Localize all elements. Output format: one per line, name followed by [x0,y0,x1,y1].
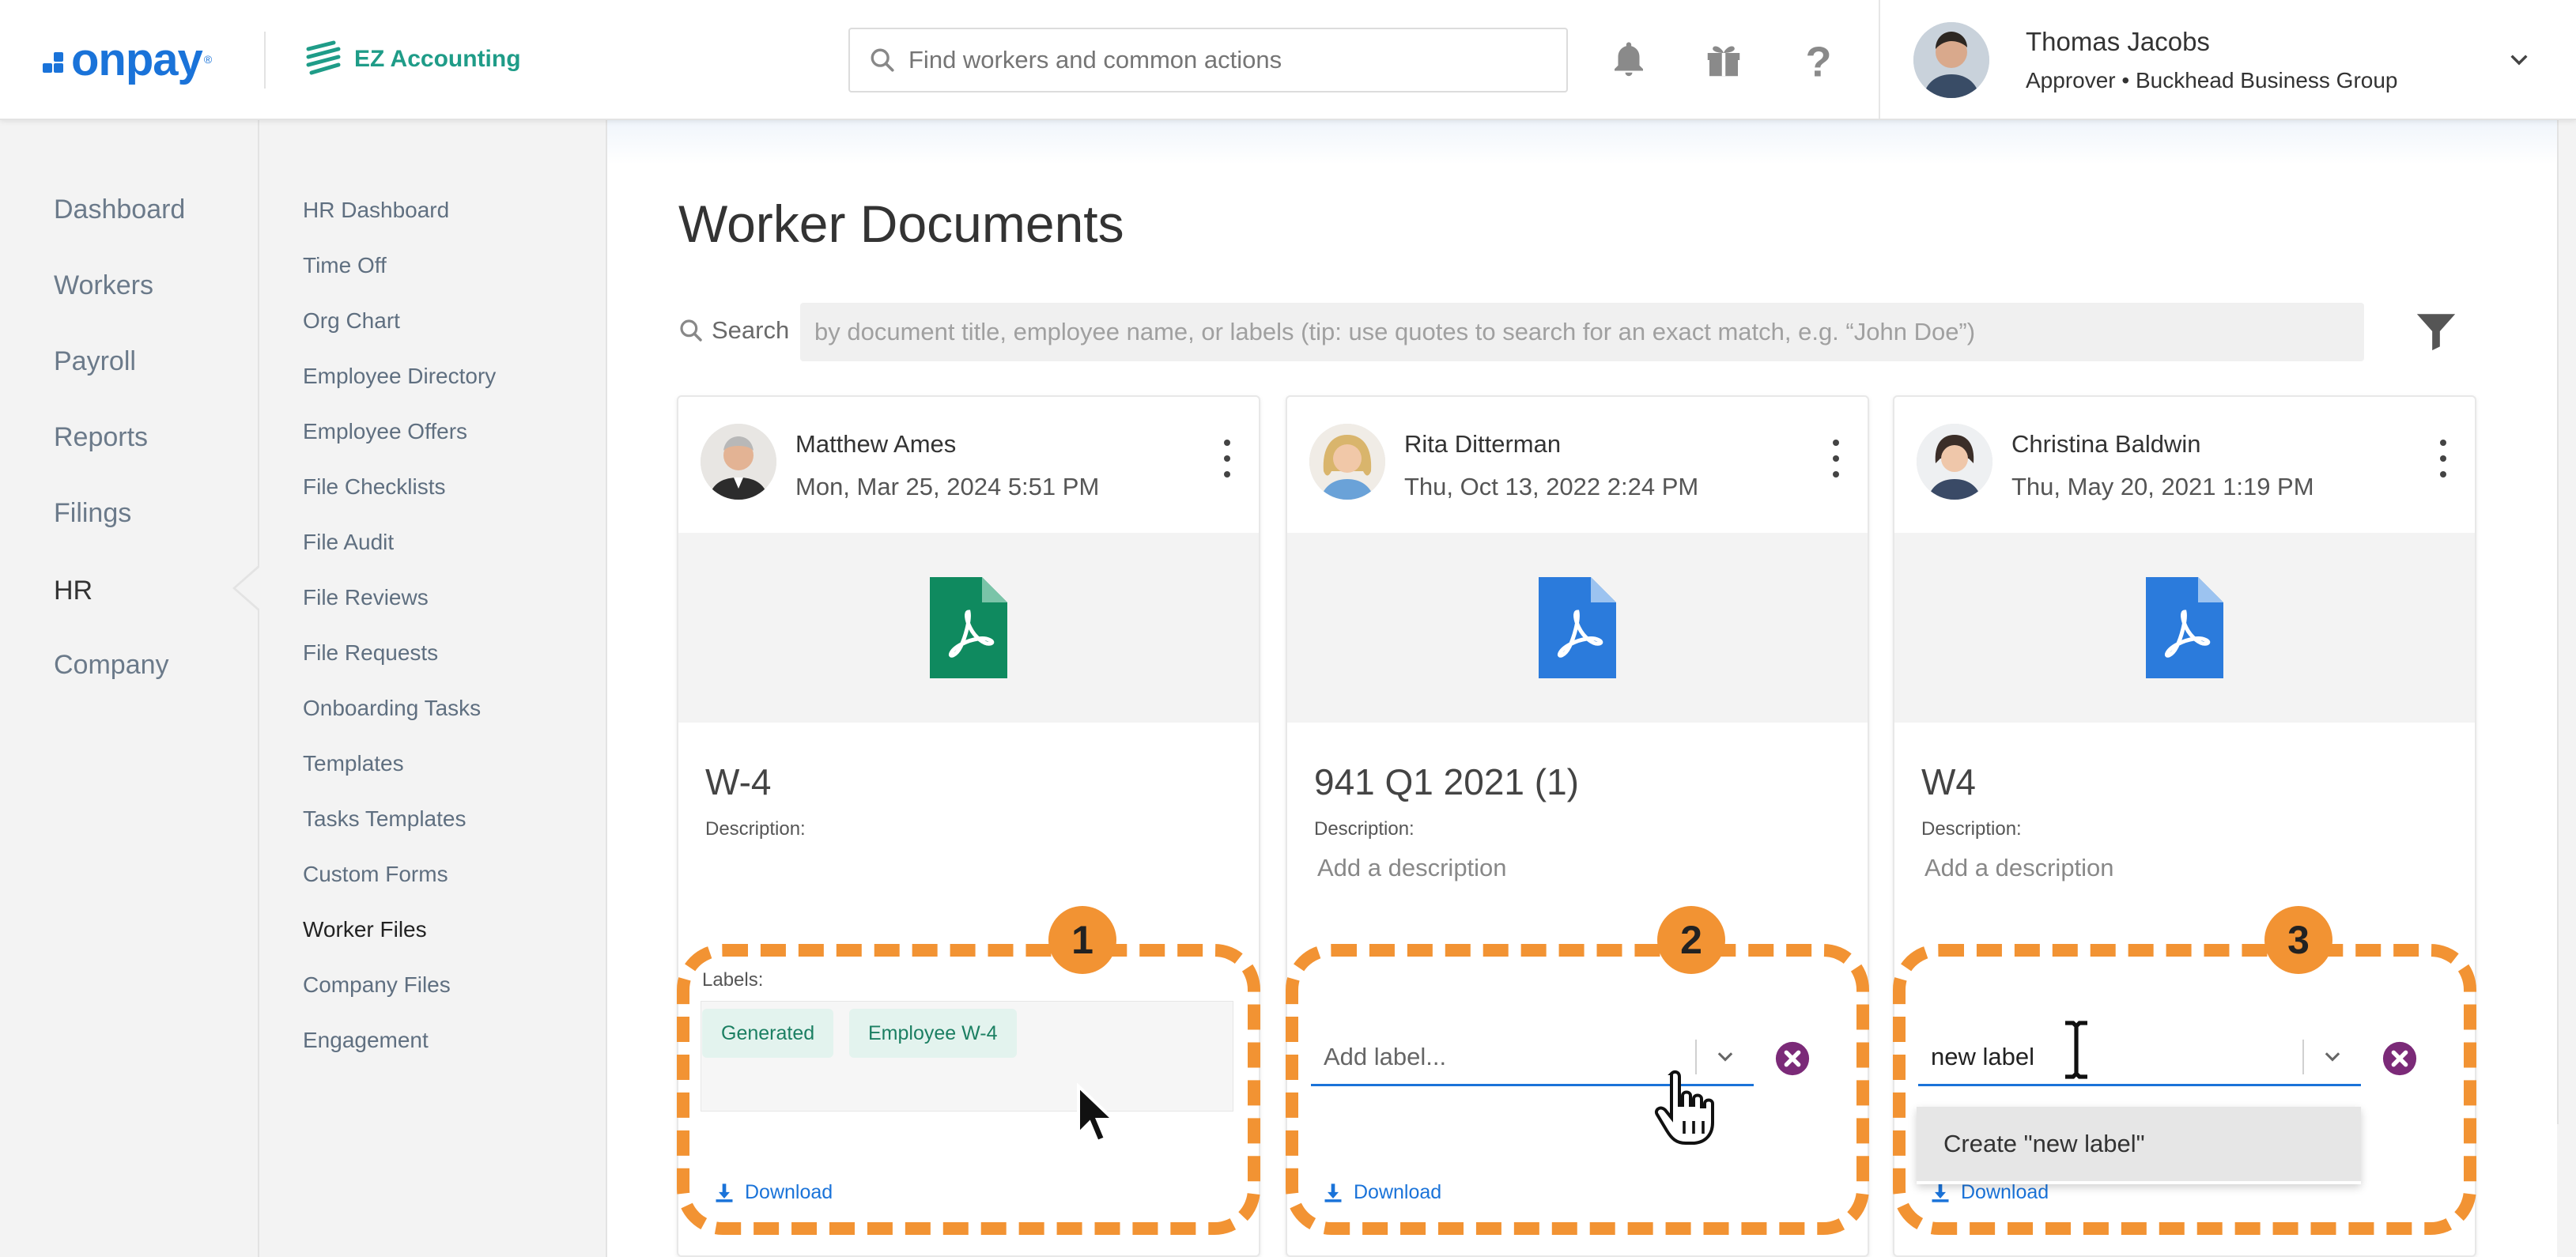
subnav-item-time-off[interactable]: Time Off [303,253,387,278]
chevron-down-icon[interactable] [2506,47,2532,77]
subnav-item-file-audit[interactable]: File Audit [303,530,394,555]
ez-accounting-logo[interactable]: EZ Accounting [302,35,521,84]
onpay-logo-mark [43,46,66,73]
nav-item-company[interactable]: Company [54,650,169,681]
subnav-item-onboarding-tasks[interactable]: Onboarding Tasks [303,696,481,721]
description-label: Description: [1314,818,1415,840]
subnav-item-templates[interactable]: Templates [303,751,404,776]
document-date: Mon, Mar 25, 2024 5:51 PM [795,473,1100,500]
global-search-input[interactable] [908,46,1557,74]
document-title[interactable]: W4 [1921,761,1976,803]
logo-divider [264,32,266,89]
nav-item-dashboard[interactable]: Dashboard [54,194,185,225]
subnav-item-file-checklists[interactable]: File Checklists [303,474,445,500]
nav-item-workers[interactable]: Workers [54,270,153,301]
description-label: Description: [705,818,806,840]
subnav-item-engagement[interactable]: Engagement [303,1028,429,1053]
document-title[interactable]: W-4 [705,761,772,803]
callout-highlight [1893,944,2476,1235]
more-options-icon[interactable] [1219,435,1235,482]
document-search-label: Search [678,316,789,345]
nav-item-hr[interactable]: HR [54,576,93,606]
worker-name: Matthew Ames [795,430,957,458]
hr-subnav: HR Dashboard Time Off Org Chart Employee… [259,120,607,1257]
nav-item-filings[interactable]: Filings [54,498,131,529]
bell-icon[interactable] [1605,36,1652,84]
primary-nav: Dashboard Workers Payroll Reports Filing… [0,120,259,1257]
worker-name: Christina Baldwin [2011,430,2201,458]
more-options-icon[interactable] [2435,435,2451,482]
onpay-logo[interactable]: onpay ® [43,32,212,87]
document-search-input[interactable] [800,303,2364,361]
subnav-item-tasks-templates[interactable]: Tasks Templates [303,806,466,832]
pdf-file-icon [930,577,1007,678]
hand-cursor-icon [1652,1067,1725,1150]
search-icon [871,48,894,72]
subnav-item-hr-dashboard[interactable]: HR Dashboard [303,198,449,223]
subnav-item-file-reviews[interactable]: File Reviews [303,585,429,610]
subnav-item-employee-directory[interactable]: Employee Directory [303,364,496,389]
callout-highlight [677,944,1260,1235]
svg-text:?: ? [1806,39,1832,81]
document-preview[interactable] [678,533,1259,723]
subnav-item-custom-forms[interactable]: Custom Forms [303,862,448,887]
worker-avatar [701,424,776,500]
user-role: Approver • Buckhead Business Group [2026,68,2398,92]
nav-item-reports[interactable]: Reports [54,422,148,453]
filter-icon[interactable] [2413,308,2459,358]
callout-number: 2 [1657,906,1725,974]
help-icon[interactable]: ? [1795,36,1842,84]
user-name[interactable]: Thomas Jacobs [2026,27,2210,57]
callout-number: 3 [2264,906,2332,974]
subnav-item-org-chart[interactable]: Org Chart [303,308,400,334]
worker-name: Rita Ditterman [1404,430,1562,458]
user-divider [1879,0,1880,119]
document-date: Thu, Oct 13, 2022 2:24 PM [1404,473,1699,500]
search-icon [680,319,702,342]
global-search[interactable] [848,28,1568,92]
worker-avatar [1917,424,1992,500]
subnav-item-company-files[interactable]: Company Files [303,972,451,998]
description-label: Description: [1921,818,2022,840]
callout-highlight [1286,944,1869,1235]
ez-accounting-icon [306,40,341,75]
top-bar: onpay® EZ Accounting ? Thomas Jacobs App… [0,0,2576,120]
page-scrollbar[interactable] [2557,120,2576,1124]
pdf-file-icon [2146,577,2223,678]
document-title[interactable]: 941 Q1 2021 (1) [1314,761,1579,803]
callout-number: 1 [1048,906,1116,974]
gift-icon[interactable] [1700,36,1747,84]
subnav-item-worker-files[interactable]: Worker Files [303,917,427,942]
more-options-icon[interactable] [1828,435,1844,482]
description-input[interactable]: Add a description [1317,854,1507,882]
subnav-item-employee-offers[interactable]: Employee Offers [303,419,467,444]
pdf-file-icon [1539,577,1616,678]
user-avatar[interactable] [1913,22,1989,98]
arrow-cursor-icon [1075,1082,1117,1150]
page-title: Worker Documents [678,194,1124,253]
worker-avatar [1309,424,1385,500]
nav-item-payroll[interactable]: Payroll [54,346,136,377]
description-input[interactable]: Add a description [1924,854,2114,882]
subnav-item-file-requests[interactable]: File Requests [303,640,438,666]
document-preview[interactable] [1287,533,1868,723]
document-date: Thu, May 20, 2021 1:19 PM [2011,473,2314,500]
text-cursor-icon [2060,1020,2092,1084]
document-preview[interactable] [1894,533,2475,723]
